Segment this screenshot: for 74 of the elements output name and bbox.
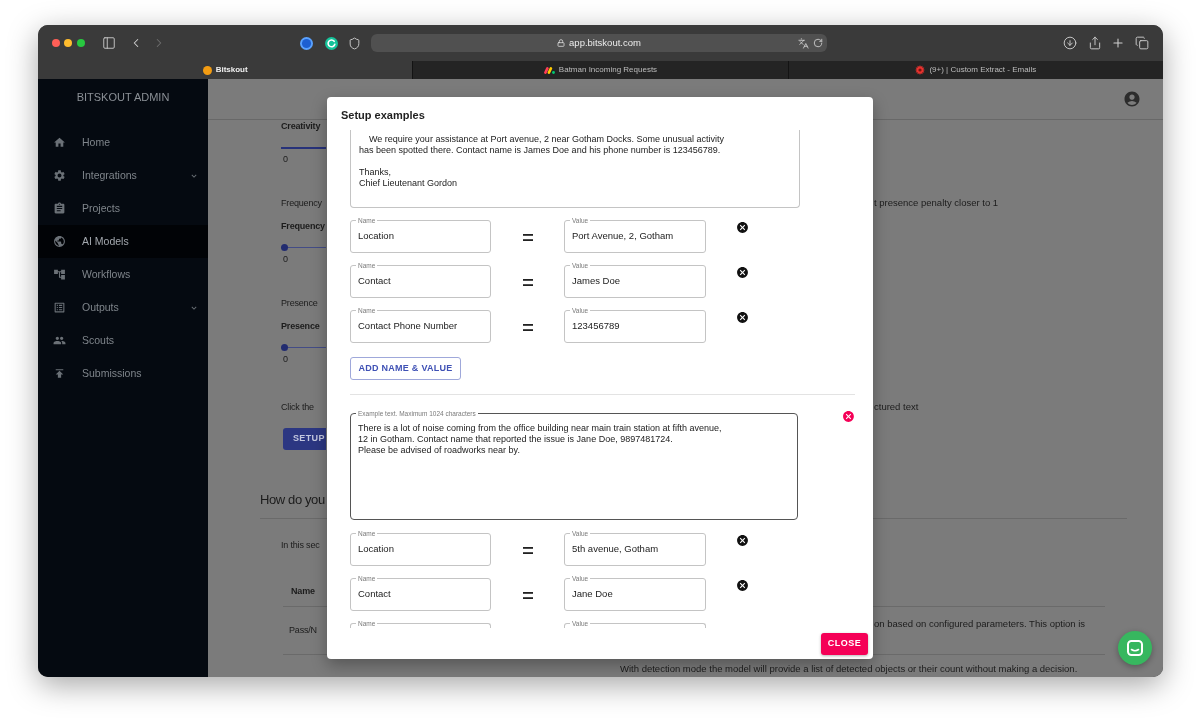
arc-logo-icon[interactable] <box>325 36 338 50</box>
slider-min-label: 0 <box>283 254 288 264</box>
setup-hint-text: ctured text <box>873 401 919 413</box>
sidebar-item[interactable]: Workflows <box>38 258 208 291</box>
setup-hint-text: Click the <box>281 401 314 413</box>
slider-track[interactable] <box>281 244 326 251</box>
remove-icon[interactable] <box>736 311 749 324</box>
equals-icon <box>522 323 533 331</box>
upload-icon <box>53 367 66 380</box>
reload-icon[interactable] <box>813 38 823 48</box>
clipboard-icon <box>53 202 66 215</box>
table-cell: Pass/N <box>289 624 317 636</box>
section-intro: In this sec <box>281 539 320 551</box>
logo-icon <box>202 65 212 75</box>
slider-thumb[interactable] <box>281 344 288 351</box>
starburst-icon <box>915 65 926 75</box>
table-cell: on based on configured parameters. This option is <box>873 618 1086 630</box>
close-window-icon[interactable] <box>52 39 60 47</box>
parameter-description: t presence penalty closer to 1 <box>873 197 999 209</box>
add-name-value-button[interactable]: ADD NAME & VALUE <box>350 357 461 380</box>
browser-tab[interactable]: Bitskout <box>38 61 413 79</box>
tabs-icon[interactable] <box>1135 36 1149 50</box>
remove-icon[interactable] <box>736 221 749 234</box>
sidebar-item[interactable]: Outputs <box>38 291 208 324</box>
sidebar-title: BITSKOUT ADMIN <box>76 89 170 105</box>
sidebar-icon[interactable] <box>102 36 116 50</box>
slider-track[interactable] <box>281 344 326 351</box>
remove-icon[interactable] <box>736 579 749 592</box>
globe-icon <box>53 235 66 248</box>
people-icon <box>53 334 66 347</box>
sidebar-item[interactable]: Home <box>38 126 208 159</box>
table-cell: With detection mode the model will provide a list of detected objects or their count without making a decision. <box>620 663 1078 675</box>
remove-icon[interactable] <box>736 266 749 279</box>
address-bar[interactable]: app.bitskout.com <box>371 34 827 52</box>
slider-thumb[interactable] <box>281 244 288 251</box>
sidebar-item[interactable]: Integrations <box>38 159 208 192</box>
parameter-description: Frequency <box>281 197 322 209</box>
slider-label: Creativity <box>281 120 321 132</box>
logo-icon <box>543 66 555 74</box>
slider-label: Presence <box>281 320 320 332</box>
column-header: Name <box>290 584 316 597</box>
equals-icon <box>522 546 533 554</box>
text-area[interactable]: We require your assistance at Port avenue, 2 near Gotham Docks. Some unusual activity has been spotted there. Contact name is James Doe and his phone number is 123456789. Thanks, Chief Lieutenant Gordon <box>350 130 800 208</box>
parameter-description: Presence <box>281 297 318 309</box>
zoom-window-icon[interactable] <box>77 39 85 47</box>
sidebar-item[interactable]: Projects <box>38 192 208 225</box>
account-icon[interactable] <box>1123 90 1141 108</box>
remove-icon[interactable] <box>736 534 749 547</box>
slider-label: Frequency <box>281 220 325 232</box>
translate-icon[interactable] <box>798 37 809 49</box>
chat-icon <box>1127 640 1143 656</box>
sidebar-item[interactable]: Submissions <box>38 357 208 390</box>
equals-icon <box>522 591 533 599</box>
lock-icon <box>557 39 566 47</box>
shield-icon[interactable] <box>348 36 361 50</box>
sidebar-item[interactable]: Scouts <box>38 324 208 357</box>
download-icon[interactable] <box>1063 36 1077 50</box>
dialog-title: Setup examples <box>341 107 425 123</box>
circle-icon[interactable] <box>300 36 313 50</box>
slider-min-label: 0 <box>283 154 288 164</box>
new-tab-icon[interactable] <box>1111 36 1125 50</box>
setup-button[interactable]: SETUP <box>283 428 326 450</box>
minimize-window-icon[interactable] <box>64 39 72 47</box>
gear-icon <box>53 169 66 182</box>
sidebar-item[interactable]: AI Models <box>38 225 208 258</box>
list-icon <box>53 301 66 314</box>
section-heading: How do you <box>260 491 325 509</box>
equals-icon <box>522 278 533 286</box>
slider-min-label: 0 <box>283 354 288 364</box>
equals-icon <box>522 233 533 241</box>
close-button[interactable]: CLOSE <box>821 632 868 655</box>
hierarchy-icon <box>53 268 66 281</box>
home-icon <box>53 136 66 149</box>
share-icon[interactable] <box>1088 36 1102 50</box>
